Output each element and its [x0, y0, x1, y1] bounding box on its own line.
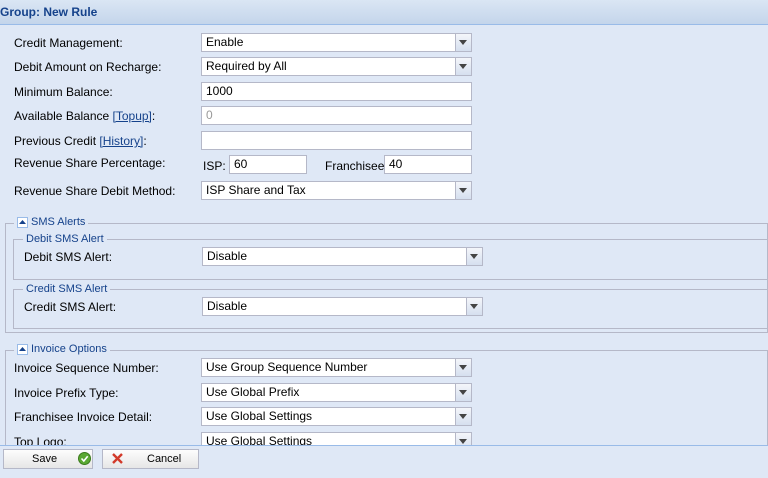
sms-alerts-title: SMS Alerts — [31, 216, 86, 228]
debit-amount-label: Debit Amount on Recharge: — [14, 60, 162, 74]
window-title: Group: New Rule — [0, 5, 98, 19]
available-balance-colon: : — [151, 109, 156, 123]
chevron-down-icon[interactable] — [455, 359, 471, 376]
top-logo-value: Use Global Settings — [206, 434, 313, 445]
franchisee-share-input[interactable]: 40 — [384, 155, 472, 174]
history-link[interactable]: [History] — [99, 134, 143, 148]
credit-sms-label: Credit SMS Alert: — [24, 300, 117, 314]
chevron-down-icon[interactable] — [455, 182, 471, 199]
invoice-options-title: Invoice Options — [31, 343, 107, 355]
cancel-button-label: Cancel — [147, 453, 182, 465]
x-icon — [111, 452, 124, 471]
top-logo-select[interactable]: Use Global Settings — [201, 432, 472, 445]
franchisee-invoice-select[interactable]: Use Global Settings — [201, 407, 472, 426]
credit-management-select[interactable]: Enable — [201, 33, 472, 52]
debit-amount-select[interactable]: Required by All — [201, 57, 472, 76]
invoice-prefix-select[interactable]: Use Global Prefix — [201, 383, 472, 402]
franchisee-label: Franchisee: — [325, 159, 388, 173]
debit-amount-value: Required by All — [206, 59, 287, 73]
minimum-balance-value: 1000 — [206, 84, 233, 98]
revenue-share-debit-select[interactable]: ISP Share and Tax — [201, 181, 472, 200]
chevron-down-icon[interactable] — [455, 408, 471, 425]
debit-sms-legend: Debit SMS Alert — [23, 233, 107, 245]
available-balance-text: Available Balance — [14, 109, 110, 123]
chevron-down-icon[interactable] — [455, 433, 471, 445]
isp-share-value: 60 — [234, 157, 248, 171]
debit-sms-select[interactable]: Disable — [202, 247, 483, 266]
previous-credit-text: Previous Credit — [14, 134, 97, 148]
revenue-share-debit-value: ISP Share and Tax — [206, 183, 306, 197]
cancel-button[interactable]: Cancel — [102, 449, 199, 469]
franchisee-invoice-value: Use Global Settings — [206, 409, 313, 423]
sms-alerts-legend[interactable]: SMS Alerts — [14, 216, 89, 228]
top-logo-label: Top Logo: — [14, 435, 67, 445]
form-body: Credit Management: Enable Debit Amount o… — [0, 25, 768, 445]
credit-sms-legend: Credit SMS Alert — [23, 283, 111, 295]
chevron-down-icon[interactable] — [466, 248, 482, 265]
credit-sms-value: Disable — [207, 299, 248, 313]
previous-credit-field — [201, 131, 472, 150]
isp-share-input[interactable]: 60 — [229, 155, 307, 174]
topup-link[interactable]: [Topup] — [113, 109, 152, 123]
revenue-share-label: Revenue Share Percentage: — [14, 156, 166, 170]
invoice-prefix-label: Invoice Prefix Type: — [14, 386, 119, 400]
credit-management-value: Enable — [206, 35, 244, 49]
chevron-up-icon[interactable] — [17, 343, 28, 355]
available-balance-label: Available Balance [Topup]: — [14, 109, 155, 123]
revenue-share-debit-label: Revenue Share Debit Method: — [14, 184, 176, 198]
invoice-prefix-value: Use Global Prefix — [206, 385, 300, 399]
chevron-down-icon[interactable] — [455, 58, 471, 75]
check-circle-icon — [78, 452, 91, 471]
credit-sms-select[interactable]: Disable — [202, 297, 483, 316]
chevron-down-icon[interactable] — [455, 384, 471, 401]
chevron-up-icon[interactable] — [17, 216, 28, 228]
invoice-sequence-value: Use Group Sequence Number — [206, 360, 368, 374]
window-header: Group: New Rule — [0, 0, 768, 25]
chevron-down-icon[interactable] — [455, 34, 471, 51]
credit-management-label: Credit Management: — [14, 36, 123, 50]
available-balance-field: 0 — [201, 106, 472, 125]
minimum-balance-label: Minimum Balance: — [14, 85, 113, 99]
available-balance-value: 0 — [206, 108, 213, 122]
invoice-sequence-select[interactable]: Use Group Sequence Number — [201, 358, 472, 377]
minimum-balance-input[interactable]: 1000 — [201, 82, 472, 101]
chevron-down-icon[interactable] — [466, 298, 482, 315]
invoice-sequence-label: Invoice Sequence Number: — [14, 361, 159, 375]
debit-sms-value: Disable — [207, 249, 248, 263]
franchisee-share-value: 40 — [389, 157, 403, 171]
isp-label: ISP: — [203, 159, 226, 173]
franchisee-invoice-label: Franchisee Invoice Detail: — [14, 410, 153, 424]
save-button[interactable]: Save — [3, 449, 93, 469]
button-bar: Save Cancel — [0, 445, 768, 478]
invoice-options-legend[interactable]: Invoice Options — [14, 343, 110, 355]
previous-credit-label: Previous Credit [History]: — [14, 134, 147, 148]
save-button-label: Save — [32, 453, 58, 465]
debit-sms-label: Debit SMS Alert: — [24, 250, 113, 264]
previous-credit-colon: : — [143, 134, 147, 148]
